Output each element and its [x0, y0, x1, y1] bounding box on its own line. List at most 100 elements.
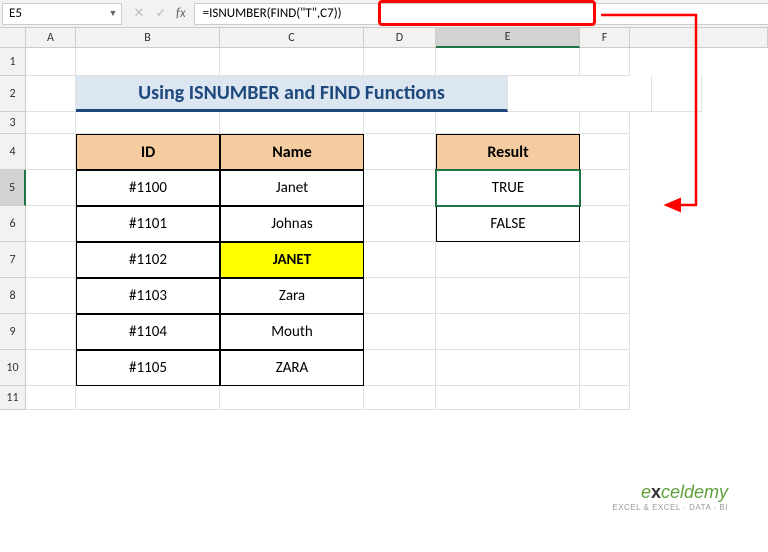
col-header-F[interactable]: F: [580, 28, 630, 48]
cell-name[interactable]: Mouth: [220, 314, 364, 350]
cell[interactable]: [436, 386, 580, 410]
cell-id[interactable]: #1105: [76, 350, 220, 386]
row-header-4[interactable]: 4: [0, 134, 26, 170]
formula-input[interactable]: =ISNUMBER(FIND("T",C7)): [194, 3, 768, 25]
formula-bar: E5 ▼ ✕ ✓ fx =ISNUMBER(FIND("T",C7)): [0, 0, 768, 28]
cell[interactable]: [652, 76, 702, 112]
cell[interactable]: [76, 112, 220, 134]
cell[interactable]: [26, 278, 76, 314]
row-header-3[interactable]: 3: [0, 112, 26, 134]
row-header-9[interactable]: 9: [0, 314, 26, 350]
cell[interactable]: [436, 242, 580, 278]
col-header-E[interactable]: E: [436, 28, 580, 48]
row-header-7[interactable]: 7: [0, 242, 26, 278]
spreadsheet-grid[interactable]: A B C D E F 1 2 Using ISNUMBER and FIND …: [0, 28, 768, 552]
row-header-11[interactable]: 11: [0, 386, 26, 410]
name-box-dropdown-icon[interactable]: ▼: [105, 8, 121, 19]
cell[interactable]: [436, 314, 580, 350]
fx-icon[interactable]: fx: [172, 6, 190, 21]
cell[interactable]: [26, 48, 76, 76]
cell[interactable]: [580, 386, 630, 410]
cell-name[interactable]: Zara: [220, 278, 364, 314]
cell[interactable]: [26, 242, 76, 278]
header-id[interactable]: ID: [76, 134, 220, 170]
cell[interactable]: [580, 242, 630, 278]
col-header-A[interactable]: A: [26, 28, 76, 48]
cell[interactable]: [26, 76, 76, 112]
row-8: 8 #1103 Zara: [0, 278, 768, 314]
cell[interactable]: [580, 48, 630, 76]
cell[interactable]: [364, 206, 436, 242]
cell[interactable]: [26, 134, 76, 170]
cell[interactable]: [220, 112, 364, 134]
cell[interactable]: [26, 206, 76, 242]
cell[interactable]: [580, 170, 630, 206]
cell[interactable]: [364, 314, 436, 350]
row-5: 5 #1100 Janet TRUE: [0, 170, 768, 206]
title-cell[interactable]: Using ISNUMBER and FIND Functions: [76, 76, 508, 112]
cell[interactable]: [580, 350, 630, 386]
watermark-sub: EXCEL & EXCEL · DATA · BI: [612, 503, 728, 512]
cell[interactable]: [76, 48, 220, 76]
cell[interactable]: [364, 134, 436, 170]
row-10: 10 #1105 ZARA: [0, 350, 768, 386]
cell[interactable]: [364, 48, 436, 76]
cell-id[interactable]: #1101: [76, 206, 220, 242]
cell[interactable]: [364, 350, 436, 386]
cell[interactable]: [580, 206, 630, 242]
cell-result[interactable]: FALSE: [436, 206, 580, 242]
cell[interactable]: [364, 242, 436, 278]
cell[interactable]: [364, 278, 436, 314]
header-name[interactable]: Name: [220, 134, 364, 170]
cell-id[interactable]: #1104: [76, 314, 220, 350]
cell[interactable]: [364, 112, 436, 134]
row-1: 1: [0, 48, 768, 76]
rows: 1 2 Using ISNUMBER and FIND Functions 3 …: [0, 48, 768, 410]
cell[interactable]: [436, 350, 580, 386]
col-header-D[interactable]: D: [364, 28, 436, 48]
cell[interactable]: [436, 48, 580, 76]
cell[interactable]: [76, 386, 220, 410]
cell[interactable]: [26, 112, 76, 134]
column-headers: A B C D E F: [0, 28, 768, 48]
cell-id[interactable]: #1103: [76, 278, 220, 314]
name-box[interactable]: E5 ▼: [2, 3, 122, 25]
cell[interactable]: [580, 134, 630, 170]
row-header-10[interactable]: 10: [0, 350, 26, 386]
cell[interactable]: [26, 350, 76, 386]
cell-name[interactable]: Johnas: [220, 206, 364, 242]
cell[interactable]: [580, 314, 630, 350]
select-all-corner[interactable]: [0, 28, 26, 48]
cell[interactable]: [436, 112, 580, 134]
cell-name-highlighted[interactable]: JANET: [220, 242, 364, 278]
cell[interactable]: [580, 112, 630, 134]
cell[interactable]: [220, 48, 364, 76]
wm-pre: e: [641, 482, 651, 502]
col-header-B[interactable]: B: [76, 28, 220, 48]
row-header-1[interactable]: 1: [0, 48, 26, 76]
cell[interactable]: [220, 386, 364, 410]
cell-name[interactable]: ZARA: [220, 350, 364, 386]
row-4: 4 ID Name Result: [0, 134, 768, 170]
cell[interactable]: [26, 386, 76, 410]
col-header-C[interactable]: C: [220, 28, 364, 48]
cell[interactable]: [26, 314, 76, 350]
row-header-5[interactable]: 5: [0, 170, 26, 206]
wm-post: celdemy: [661, 482, 728, 502]
cell-result-active[interactable]: TRUE: [436, 170, 580, 206]
cell-name[interactable]: Janet: [220, 170, 364, 206]
cell[interactable]: [26, 170, 76, 206]
cell[interactable]: [364, 170, 436, 206]
cell[interactable]: [364, 386, 436, 410]
cell-id[interactable]: #1102: [76, 242, 220, 278]
cell-id[interactable]: #1100: [76, 170, 220, 206]
watermark-main: exceldemy: [612, 482, 728, 503]
cell[interactable]: [508, 76, 652, 112]
cell[interactable]: [580, 278, 630, 314]
header-result[interactable]: Result: [436, 134, 580, 170]
row-header-8[interactable]: 8: [0, 278, 26, 314]
row-7: 7 #1102 JANET: [0, 242, 768, 278]
row-header-2[interactable]: 2: [0, 76, 26, 112]
row-header-6[interactable]: 6: [0, 206, 26, 242]
cell[interactable]: [436, 278, 580, 314]
